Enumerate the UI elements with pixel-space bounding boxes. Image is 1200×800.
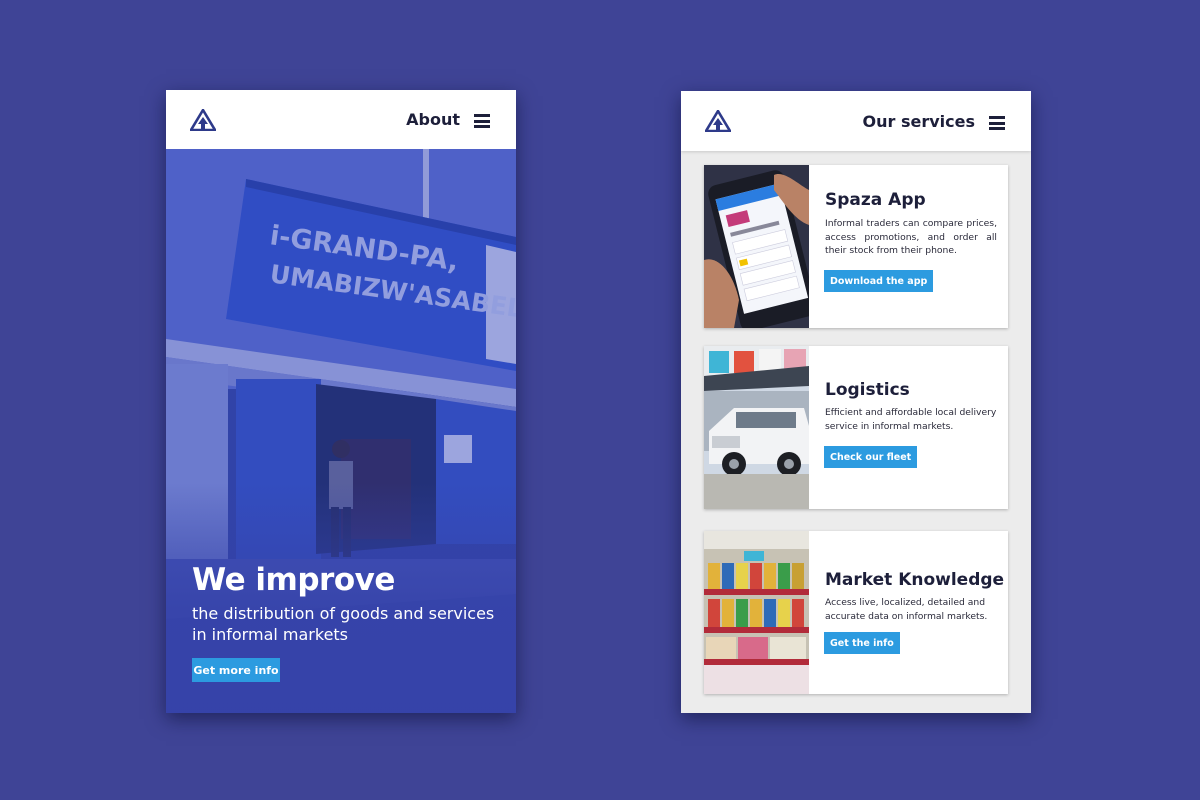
- service-title: Market Knowledge: [825, 570, 1005, 590]
- page-title: Our services: [862, 112, 976, 131]
- triangle-arrow-logo-icon[interactable]: [190, 109, 216, 131]
- get-more-info-button[interactable]: Get more info: [192, 658, 280, 682]
- store-shelves-photo: [704, 531, 809, 694]
- service-title: Logistics: [825, 380, 910, 400]
- download-app-button[interactable]: Download the app: [824, 270, 934, 292]
- service-title: Spaza App: [825, 190, 926, 210]
- delivery-truck-photo: [704, 346, 809, 509]
- get-the-info-button[interactable]: Get the info: [824, 632, 900, 654]
- check-fleet-button[interactable]: Check our fleet: [824, 446, 918, 468]
- service-card-market-knowledge: Market Knowledge Access live, localized,…: [704, 531, 1008, 694]
- service-description: Access live, localized, detailed and acc…: [825, 597, 988, 622]
- services-screen: Our services Spaza App Informal traders …: [681, 91, 1031, 713]
- service-description: Informal traders can compare prices, acc…: [825, 218, 997, 256]
- top-nav-bar: About: [166, 90, 516, 149]
- service-description: Efficient and affordable local delivery …: [825, 407, 997, 432]
- hero-section: i-GRAND-PA, UMABIZW'ASABELE. We improve …: [166, 149, 516, 713]
- service-card-logistics: Logistics Efficient and affordable local…: [704, 346, 1008, 509]
- page-title: About: [406, 110, 460, 129]
- hero-title: We improve: [192, 562, 395, 598]
- hamburger-menu-icon[interactable]: [474, 114, 490, 128]
- service-card-spaza-app: Spaza App Informal traders can compare p…: [704, 165, 1008, 328]
- hero-subtitle: the distribution of goods and services i…: [192, 604, 495, 644]
- about-screen: About i-GRAND-PA, UMABIZW'ASABELE. We im…: [166, 90, 516, 713]
- phone-app-photo: [704, 165, 809, 328]
- hamburger-menu-icon[interactable]: [989, 116, 1005, 130]
- top-nav-bar: Our services: [681, 91, 1031, 151]
- triangle-arrow-logo-icon[interactable]: [705, 110, 731, 132]
